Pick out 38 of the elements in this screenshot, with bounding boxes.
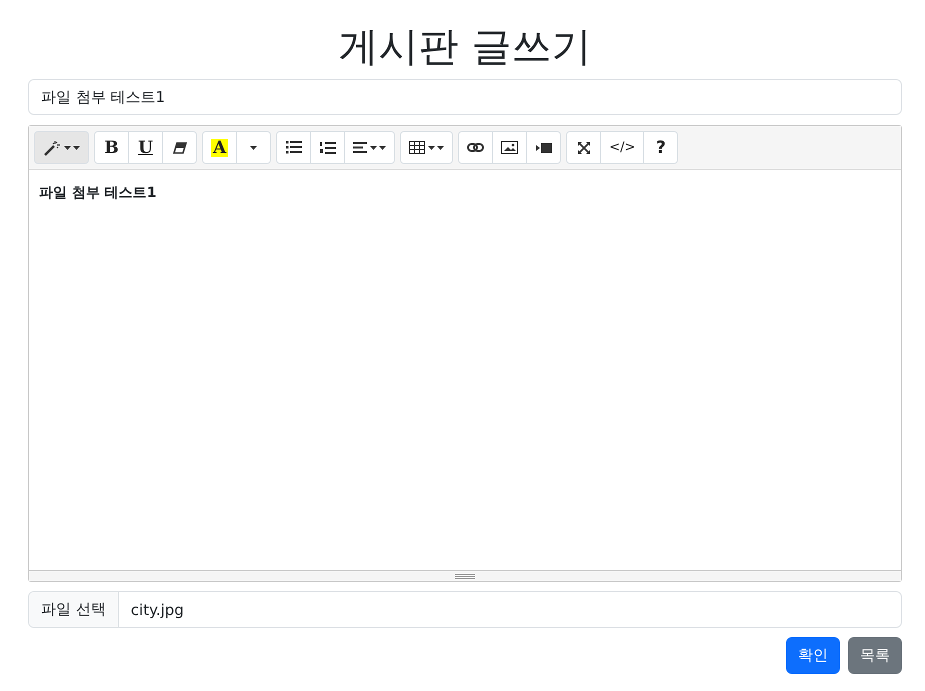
toolbar-button[interactable]: A (202, 131, 238, 164)
video-camera-icon (536, 142, 552, 152)
page-title: 게시판 글쓰기 (338, 23, 592, 72)
resize-handle-icon[interactable] (455, 574, 475, 578)
toolbar-button[interactable] (276, 131, 312, 164)
toolbar-button[interactable]: </> (600, 131, 644, 164)
toolbar-button[interactable] (458, 131, 494, 164)
toolbar-button[interactable] (344, 131, 396, 164)
file-name: city.jpg (130, 600, 185, 620)
file-input[interactable]: 파일 선택 city.jpg (28, 591, 902, 628)
toolbar-button[interactable] (526, 131, 562, 164)
caret-icon (64, 146, 80, 150)
toolbar-button[interactable]: U (128, 131, 163, 164)
toolbar-button[interactable] (492, 131, 528, 164)
caret-icon (428, 146, 444, 150)
link-icon (467, 143, 484, 152)
toolbar-button[interactable] (162, 131, 197, 164)
caret-icon (370, 146, 386, 150)
toolbar-button[interactable] (310, 131, 346, 164)
toolbar-button[interactable] (34, 131, 89, 164)
eraser-icon (172, 142, 186, 154)
toolbar-button[interactable]: B (94, 131, 129, 164)
title-field[interactable]: 파일 첨부 테스트1 (28, 79, 902, 115)
toolbar-button[interactable] (400, 131, 454, 164)
numbered-list-icon (320, 140, 336, 154)
caret-icon (250, 146, 258, 150)
image-icon (501, 141, 518, 154)
choose-file-button[interactable]: 파일 선택 (29, 592, 119, 627)
table-icon (409, 141, 426, 154)
confirm-button[interactable]: 확인 (786, 637, 840, 674)
list-button[interactable]: 목록 (848, 637, 902, 674)
editor-text[interactable]: 파일 첨부 테스트1 (29, 170, 901, 570)
toolbar-button[interactable]: ? (643, 131, 678, 164)
align-icon (353, 142, 368, 153)
magic-wand-icon (43, 140, 61, 156)
toolbar-button[interactable] (566, 131, 602, 164)
fullscreen-icon (576, 140, 591, 154)
bullet-list-icon (286, 141, 302, 154)
